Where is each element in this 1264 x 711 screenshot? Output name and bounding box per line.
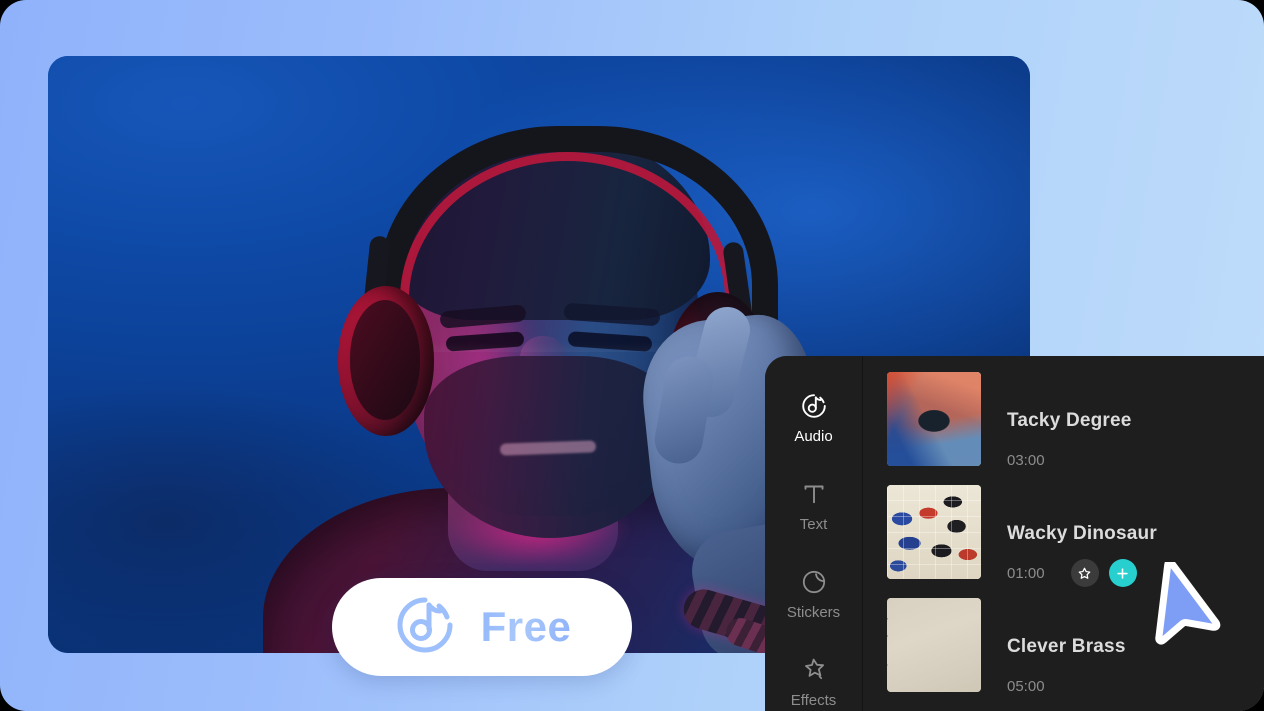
media-duration: 03:00 [1007, 451, 1045, 469]
tool-item-text-label: Text [799, 515, 828, 533]
tool-item-audio[interactable]: Audio [765, 374, 862, 462]
media-sub-row: 05:00 [1007, 672, 1137, 700]
media-thumbnail[interactable] [887, 372, 981, 466]
marble-texture-thumbnail [887, 598, 981, 692]
music-note-circle-icon [393, 593, 457, 662]
text-t-icon [800, 480, 828, 508]
star-icon [1078, 567, 1091, 579]
table-row[interactable]: Tacky Degree 03:00 [887, 372, 1264, 485]
media-meta: Clever Brass 05:00 [1007, 598, 1137, 700]
media-title: Clever Brass [1007, 636, 1126, 657]
media-title: Wacky Dinosaur [1007, 523, 1157, 544]
media-duration: 01:00 [1007, 564, 1045, 582]
sticker-circle-icon [800, 568, 828, 596]
editor-panel: Audio Text Stickers Effects Tacky Degree… [765, 356, 1264, 711]
add-button[interactable] [1108, 559, 1137, 587]
free-badge-label: Free [480, 603, 572, 650]
media-thumbnail[interactable] [887, 485, 981, 579]
favorite-button[interactable] [1070, 559, 1099, 587]
media-title: Tacky Degree [1007, 410, 1132, 431]
table-row[interactable]: Clever Brass 05:00 [887, 598, 1264, 711]
sparkle-star-icon [800, 656, 828, 684]
abstract-painting-thumbnail [887, 372, 981, 466]
app-root: Free Audio Text Stickers Effects Tacky D… [0, 0, 1264, 711]
row-actions [1070, 559, 1137, 587]
media-thumbnail[interactable] [887, 598, 981, 692]
music-note-circle-icon [800, 392, 828, 420]
color-grid-mosaic-thumbnail [887, 485, 981, 579]
media-sub-row: 01:00 [1007, 559, 1157, 587]
tool-rail: Audio Text Stickers Effects [765, 356, 863, 711]
free-badge: Free [332, 578, 632, 676]
media-duration: 05:00 [1007, 677, 1045, 695]
plus-icon [1117, 567, 1128, 579]
headphone-cup-left-inner [350, 300, 420, 420]
tool-item-audio-label: Audio [794, 427, 833, 445]
audio-media-list[interactable]: Tacky Degree 03:00 Wacky Dinosaur 01:00 … [863, 356, 1264, 711]
media-meta: Tacky Degree 03:00 [1007, 372, 1137, 474]
tool-item-effects-label: Effects [790, 691, 837, 709]
tool-item-effects[interactable]: Effects [765, 638, 862, 711]
tool-item-stickers[interactable]: Stickers [765, 550, 862, 638]
table-row[interactable]: Wacky Dinosaur 01:00 [887, 485, 1264, 598]
tool-item-stickers-label: Stickers [786, 603, 841, 621]
media-meta: Wacky Dinosaur 01:00 [1007, 485, 1157, 587]
media-sub-row: 03:00 [1007, 446, 1137, 474]
tool-item-text[interactable]: Text [765, 462, 862, 550]
